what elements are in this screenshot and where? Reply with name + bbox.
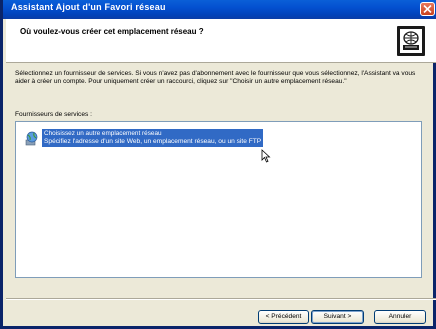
back-button[interactable]: < Précédent [258, 310, 309, 324]
mouse-pointer-icon [261, 149, 271, 163]
close-button[interactable] [420, 2, 435, 16]
selected-item-text[interactable]: Choisissez un autre emplacement réseau S… [42, 129, 264, 147]
window-title: Assistant Ajout d'un Favori réseau [11, 2, 166, 12]
item-name: Choisissez un autre emplacement réseau [44, 130, 162, 137]
wizard-header: Où voulez-vous créer cet emplacement rés… [6, 19, 436, 63]
cancel-button[interactable]: Annuler [374, 310, 426, 324]
intro-text: Sélectionnez un fournisseur de services.… [15, 70, 416, 86]
title-bar[interactable]: Assistant Ajout d'un Favori réseau [3, 0, 436, 19]
item-description: Spécifiez l'adresse d'un site Web, un em… [44, 137, 262, 145]
wizard-window: Assistant Ajout d'un Favori réseau Où vo… [0, 0, 436, 329]
page-title: Où voulez-vous créer cet emplacement rés… [20, 27, 204, 36]
network-place-icon [397, 26, 425, 56]
service-provider-list[interactable]: Choisissez un autre emplacement réseau S… [15, 121, 422, 278]
close-icon [423, 5, 432, 13]
next-button[interactable]: Suivant > [311, 310, 364, 324]
list-item[interactable]: Choisissez un autre emplacement réseau S… [20, 128, 418, 150]
footer-separator [6, 298, 436, 300]
providers-label: Fournisseurs de services : [15, 111, 92, 118]
network-globe-icon [25, 131, 38, 146]
